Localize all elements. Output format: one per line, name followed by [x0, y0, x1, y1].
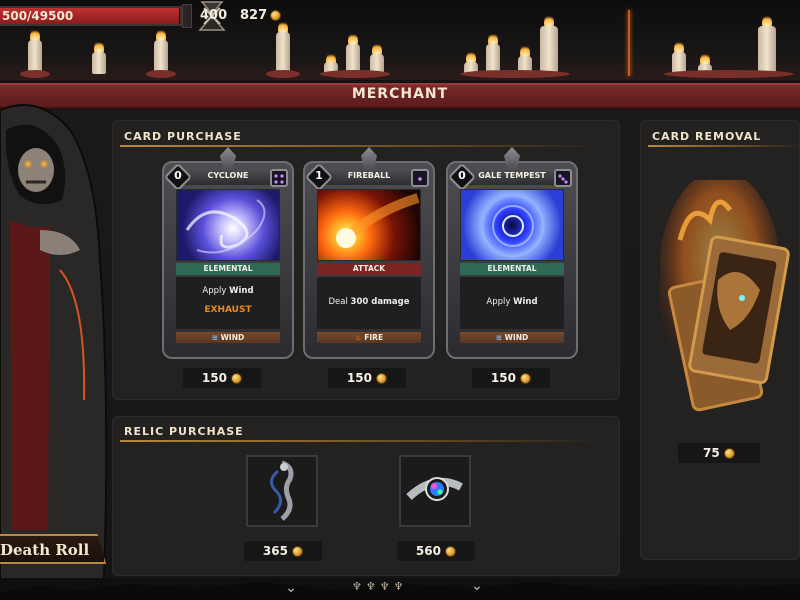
desc-text: Apply — [202, 286, 230, 296]
desc-text: Deal — [328, 297, 351, 307]
death-roll-skill-button[interactable]: Death Roll — [0, 534, 106, 564]
card-price[interactable]: 150 — [328, 368, 406, 388]
price-value: 150 — [490, 371, 516, 385]
hp-text: 500/49500 — [2, 9, 74, 23]
card-removal-price[interactable]: 75 — [678, 443, 760, 463]
desc-keyword: Wind — [513, 297, 538, 307]
card-element: ≋ WIND — [460, 332, 564, 343]
merchant-character-image — [0, 100, 112, 581]
dice-icon — [270, 169, 288, 187]
card-cost: 0 — [458, 169, 466, 182]
relic-slot-gem-bracelet[interactable] — [399, 455, 471, 527]
price-value: 560 — [415, 544, 441, 558]
element-label: WIND — [220, 333, 245, 342]
coin-icon — [520, 373, 532, 384]
card-purchase-title: CARD PURCHASE — [124, 130, 242, 143]
relic-slot-dragon-staff[interactable] — [246, 455, 318, 527]
element-label: FIRE — [364, 333, 384, 342]
dragon-staff-icon — [270, 460, 294, 521]
card-price[interactable]: 150 — [472, 368, 550, 388]
section-divider — [648, 145, 800, 147]
fireball-art-image — [317, 189, 421, 261]
card-removal-button[interactable] — [658, 170, 790, 420]
hp-bar: 500/49500 — [0, 6, 182, 26]
wind-icon: ≋ — [211, 333, 221, 342]
price-value: 150 — [201, 371, 227, 385]
level-value: 400 — [200, 8, 228, 23]
skill-label: Death Roll — [0, 541, 90, 559]
price-value: 150 — [346, 371, 372, 385]
element-label: WIND — [504, 333, 529, 342]
coin-icon — [723, 448, 735, 459]
price-value: 365 — [262, 544, 288, 558]
burning-card-icon — [658, 170, 790, 412]
card-description: Apply Wind EXHAUST — [176, 277, 280, 329]
desc-text: Apply — [486, 297, 514, 307]
card-removal-title: CARD REMOVAL — [652, 130, 762, 143]
desc-keyword: 300 damage — [350, 297, 410, 307]
card-element: ♨ FIRE — [317, 332, 421, 343]
merchant-title: MERCHANT — [351, 86, 449, 102]
gold-display: 827 — [240, 8, 282, 23]
shop-card-fireball[interactable]: FIREBALL 1 ATTACK Deal 300 damage ♨ FIRE — [303, 147, 435, 359]
card-type: ELEMENTAL — [460, 263, 564, 275]
card-type: ELEMENTAL — [176, 263, 280, 275]
coin-icon — [231, 373, 243, 384]
card-name: FIREBALL — [347, 171, 391, 180]
wind-icon: ≋ — [495, 333, 505, 342]
gold-amount: 827 — [240, 8, 268, 23]
coin-icon — [376, 373, 388, 384]
card-element: ≋ WIND — [176, 332, 280, 343]
map-path-icons[interactable]: ♆♆♆♆ — [352, 580, 442, 598]
card-name: GALE TEMPEST — [478, 171, 546, 180]
price-value: 75 — [703, 446, 720, 460]
section-divider — [120, 440, 600, 442]
fire-icon: ♨ — [354, 333, 365, 342]
gem-bracelet-icon — [406, 477, 463, 501]
relic-purchase-title: RELIC PURCHASE — [124, 425, 244, 438]
card-description: Deal 300 damage — [317, 277, 421, 329]
exit-arrow-icon[interactable]: ⌄ — [466, 578, 488, 598]
card-cost: 0 — [174, 169, 182, 182]
card-name: CYCLONE — [207, 171, 249, 180]
card-price[interactable]: 150 — [183, 368, 261, 388]
gale-tempest-art-image — [460, 189, 564, 261]
card-type: ATTACK — [317, 263, 421, 275]
card-description: Apply Wind — [460, 277, 564, 329]
coin-icon — [292, 546, 304, 557]
shop-card-gale-tempest[interactable]: GALE TEMPEST 0 ELEMENTAL Apply Wind ≋ WI… — [446, 147, 578, 359]
chevron-down-icon[interactable]: ⌄ — [280, 580, 302, 598]
dice-icon — [411, 169, 429, 187]
shop-card-cyclone[interactable]: CYCLONE 0 ELEMENTAL Apply Wind EXHAUST ≋… — [162, 147, 294, 359]
hp-bar-cap — [182, 4, 192, 28]
card-cost: 1 — [315, 169, 323, 182]
relic-price[interactable]: 365 — [244, 541, 322, 561]
desc-keyword: Wind — [229, 286, 254, 296]
cyclone-art-image — [176, 189, 280, 261]
coin-icon — [445, 546, 457, 557]
relic-price[interactable]: 560 — [397, 541, 475, 561]
exhaust-keyword: EXHAUST — [204, 305, 252, 315]
dice-icon — [554, 169, 572, 187]
coin-icon — [270, 10, 282, 21]
